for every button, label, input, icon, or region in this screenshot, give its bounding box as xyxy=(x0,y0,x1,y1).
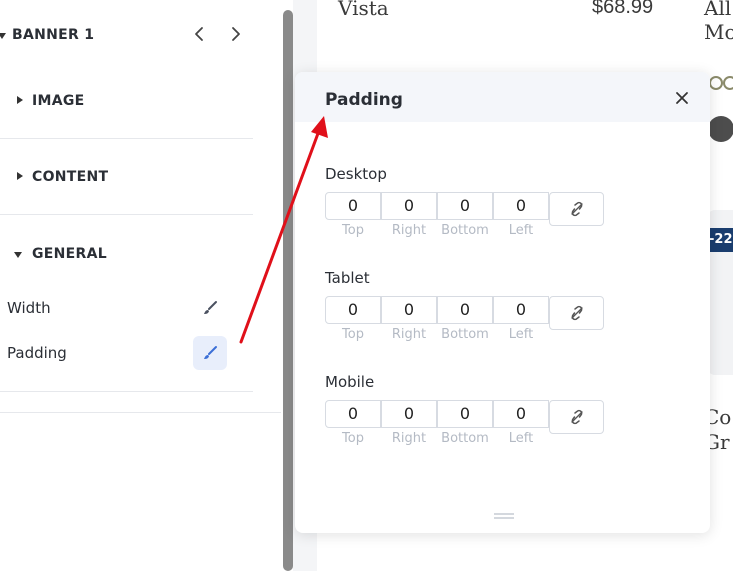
popup-header: Padding xyxy=(295,72,710,122)
desktop-link-values-button[interactable] xyxy=(549,192,604,226)
side-label-top: Top xyxy=(342,431,364,446)
tablet-padding-top-input[interactable]: 0 xyxy=(325,296,381,324)
tablet-padding-bottom-input[interactable]: 0 xyxy=(437,296,493,324)
section-divider xyxy=(0,138,253,139)
mobile-padding-right-input[interactable]: 0 xyxy=(381,400,437,428)
section-divider xyxy=(0,214,253,215)
desktop-label: Desktop xyxy=(325,165,387,183)
width-label: Width xyxy=(7,299,51,317)
side-label-left: Left xyxy=(508,327,534,342)
drag-handle-icon[interactable] xyxy=(494,512,514,520)
side-label-top: Top xyxy=(342,327,364,342)
close-icon[interactable] xyxy=(672,88,692,108)
mobile-link-values-button[interactable] xyxy=(549,400,604,434)
mobile-label: Mobile xyxy=(325,373,375,391)
tablet-label: Tablet xyxy=(325,269,370,287)
glasses-icon xyxy=(709,76,733,90)
section-image[interactable]: IMAGE xyxy=(0,84,253,118)
banner-title: BANNER 1 xyxy=(12,27,95,43)
settings-sidebar: BANNER 1 IMAGE CONTENT GENERAL Width Pad… xyxy=(0,0,281,571)
desktop-padding-bottom-input[interactable]: 0 xyxy=(437,192,493,220)
collapse-caret-icon xyxy=(14,252,22,258)
chevron-left-icon xyxy=(195,27,203,41)
side-label-bottom: Bottom xyxy=(441,327,489,342)
side-label-bottom: Bottom xyxy=(441,431,489,446)
chevron-right-icon xyxy=(232,27,240,41)
tablet-padding-left-input[interactable]: 0 xyxy=(493,296,549,324)
section-image-label: IMAGE xyxy=(32,93,85,109)
mobile-padding-left-input[interactable]: 0 xyxy=(493,400,549,428)
section-content-label: CONTENT xyxy=(32,169,109,185)
brush-icon xyxy=(204,346,217,359)
section-divider xyxy=(0,412,281,413)
desktop-padding-top-input[interactable]: 0 xyxy=(325,192,381,220)
tablet-link-values-button[interactable] xyxy=(549,296,604,330)
padding-popup: Padding Desktop 0 0 0 0 Top Right Bottom… xyxy=(295,72,710,533)
desktop-padding-right-input[interactable]: 0 xyxy=(381,192,437,220)
side-label-right: Right xyxy=(391,431,427,446)
unlink-icon xyxy=(570,409,583,425)
section-content[interactable]: CONTENT xyxy=(0,160,253,194)
section-general[interactable]: GENERAL xyxy=(0,237,253,271)
padding-edit-button[interactable] xyxy=(193,336,227,370)
popup-title: Padding xyxy=(325,90,403,110)
brush-icon xyxy=(204,301,217,314)
product-name[interactable]: Vista xyxy=(338,0,389,20)
side-label-left: Left xyxy=(508,431,534,446)
padding-label: Padding xyxy=(7,344,67,362)
expand-caret-icon xyxy=(17,172,23,180)
unlink-icon xyxy=(570,305,583,321)
mobile-padding-top-input[interactable]: 0 xyxy=(325,400,381,428)
next-product-name-line1[interactable]: All xyxy=(704,0,731,20)
mobile-padding-bottom-input[interactable]: 0 xyxy=(437,400,493,428)
unlink-icon xyxy=(570,201,583,217)
next-banner-button[interactable] xyxy=(225,24,245,44)
side-label-top: Top xyxy=(342,223,364,238)
tablet-padding-right-input[interactable]: 0 xyxy=(381,296,437,324)
side-label-right: Right xyxy=(391,327,427,342)
side-label-bottom: Bottom xyxy=(441,223,489,238)
sidebar-scrollbar[interactable] xyxy=(283,10,293,571)
section-divider xyxy=(0,391,253,392)
banner-header[interactable]: BANNER 1 xyxy=(0,18,260,52)
discount-badge: -22 xyxy=(707,228,733,252)
next-product-name-line2[interactable]: Mo xyxy=(704,20,733,44)
side-label-right: Right xyxy=(391,223,427,238)
section-general-label: GENERAL xyxy=(32,246,107,262)
expand-caret-icon xyxy=(17,96,23,104)
color-swatch[interactable] xyxy=(708,116,733,142)
desktop-padding-left-input[interactable]: 0 xyxy=(493,192,549,220)
product-price: $68.99 xyxy=(592,0,654,18)
width-edit-button[interactable] xyxy=(193,291,227,325)
side-label-left: Left xyxy=(508,223,534,238)
previous-banner-button[interactable] xyxy=(190,24,210,44)
collapse-caret-icon xyxy=(0,33,6,39)
